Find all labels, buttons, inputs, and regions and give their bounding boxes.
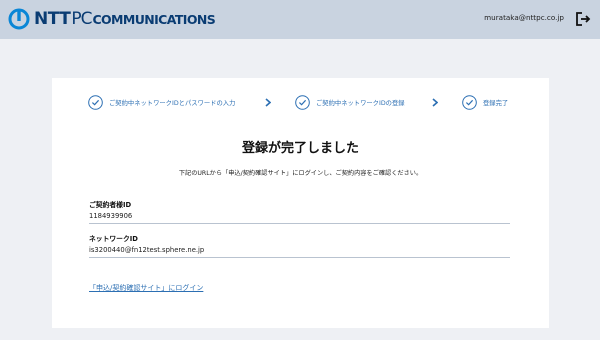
page-title: 登録が完了しました <box>241 141 359 156</box>
check-circle-icon <box>88 95 103 110</box>
step-3: 登録完了 <box>462 95 508 110</box>
chevron-right-icon <box>432 98 438 107</box>
header: NTT PC COMMUNICATIONS murataka@nttpc.co.… <box>0 0 600 39</box>
nttpc-logo: NTT PC COMMUNICATIONS <box>8 8 216 30</box>
step-2: ご契約中ネットワークIDの登録 <box>295 95 405 110</box>
user-email: murataka@nttpc.co.jp <box>484 13 564 22</box>
logo-pc-text: PC <box>71 9 92 29</box>
logo-communications-text: COMMUNICATIONS <box>92 11 216 27</box>
instruction-text: 下記のURLから「申込/契約確認サイト」にログインし、ご契約内容をご確認ください… <box>178 170 423 177</box>
check-circle-icon <box>462 95 477 110</box>
network-id-label: ネットワークID <box>89 235 138 243</box>
step-2-label: ご契約中ネットワークIDの登録 <box>316 100 405 107</box>
step-3-label: 登録完了 <box>483 100 509 107</box>
ntt-logo-mark-icon <box>8 8 30 30</box>
check-circle-icon <box>295 95 310 110</box>
logo-ntt-text: NTT <box>34 9 71 29</box>
contractor-id-value: 1184939906 <box>89 212 510 224</box>
registration-complete-card: ご契約中ネットワークIDとパスワードの入力 ご契約中ネットワークIDの登録 登録… <box>52 78 549 328</box>
logout-icon[interactable] <box>574 10 592 28</box>
contractor-id-label: ご契約者様ID <box>89 201 132 209</box>
step-1: ご契約中ネットワークIDとパスワードの入力 <box>88 95 235 110</box>
chevron-right-icon <box>265 98 271 107</box>
step-1-label: ご契約中ネットワークIDとパスワードの入力 <box>109 100 236 107</box>
network-id-value: is3200440@fn12test.sphere.ne.jp <box>89 246 510 258</box>
login-site-link[interactable]: 「申込/契約確認サイト」にログイン <box>89 283 203 293</box>
